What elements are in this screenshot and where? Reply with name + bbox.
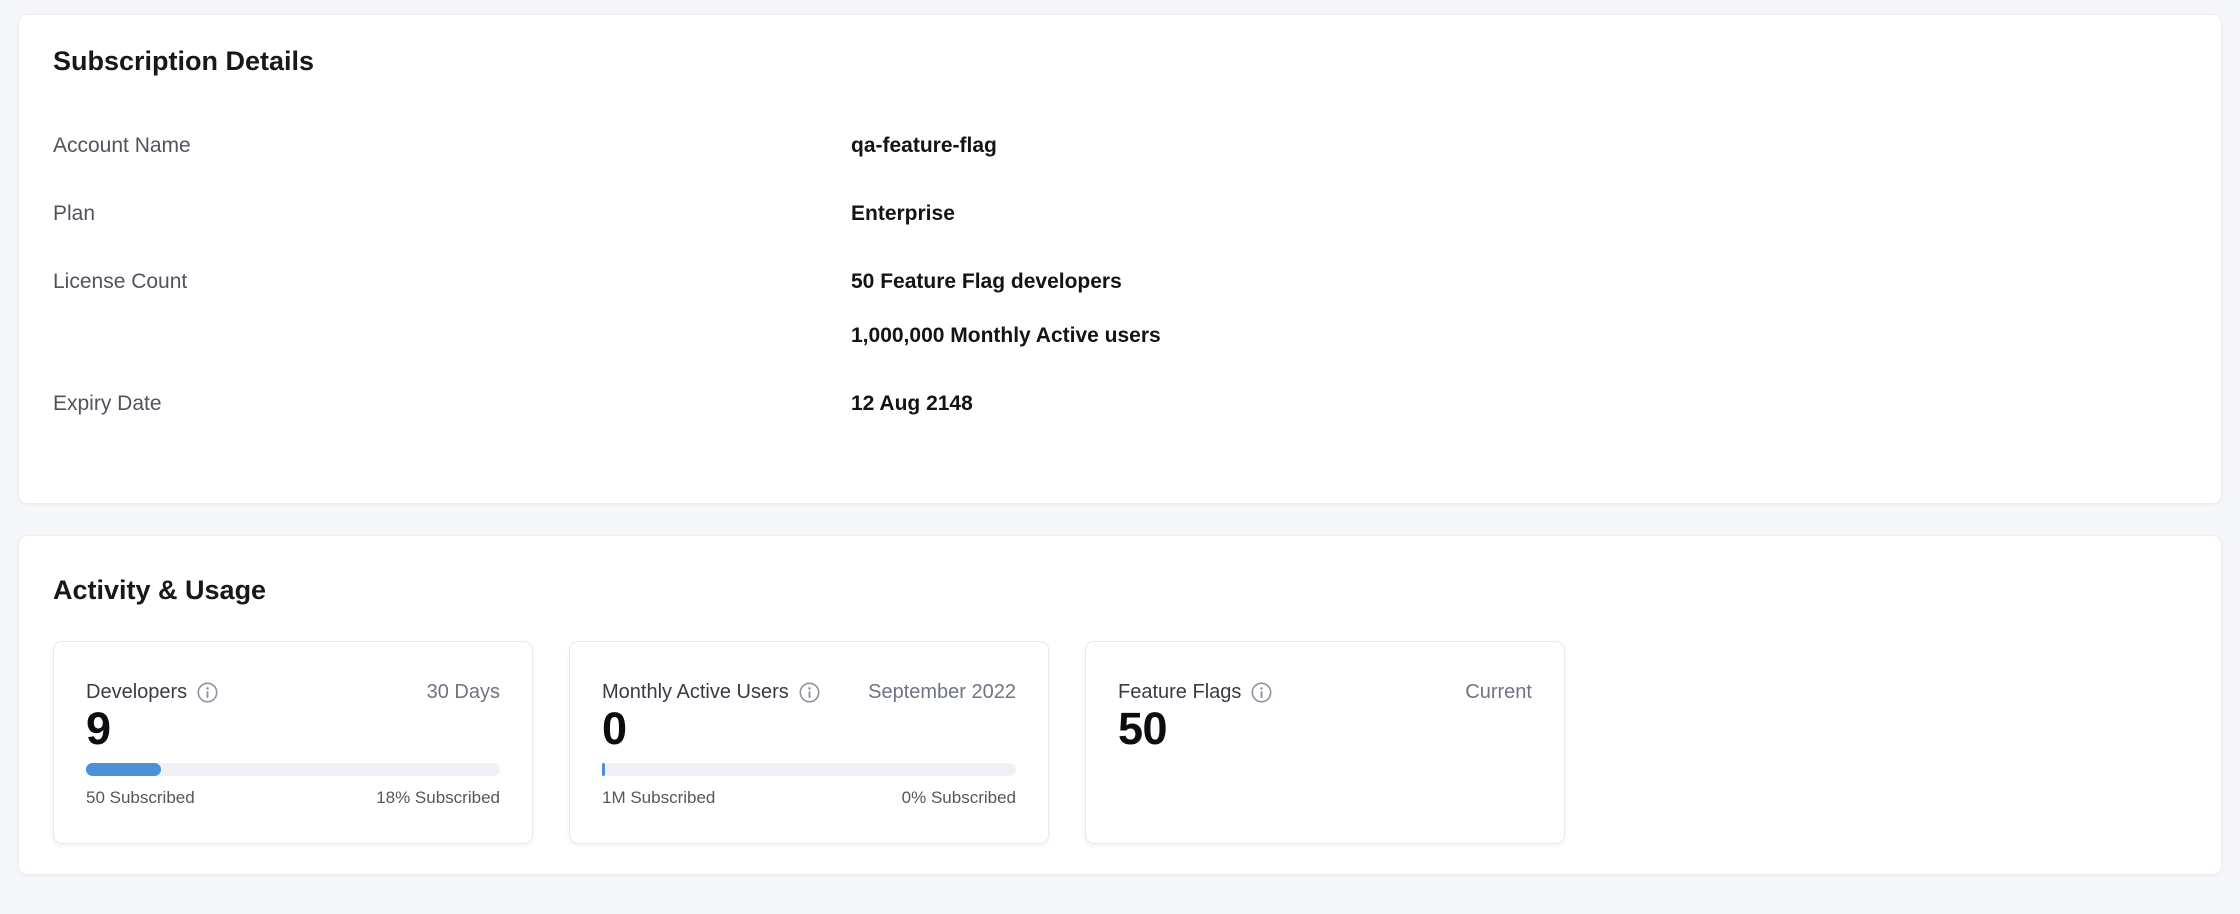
expiry-date-label: Expiry Date — [53, 393, 851, 415]
feature-flags-card-header: Feature Flags Current — [1118, 680, 1532, 704]
mau-subscribed-percent: 0% Subscribed — [902, 788, 1016, 808]
developers-card: Developers 30 Days 9 50 Subscribed 18% S… — [53, 641, 533, 844]
developers-subscribed-percent: 18% Subscribed — [376, 788, 500, 808]
plan-label: Plan — [53, 203, 851, 225]
plan-value: Enterprise — [851, 203, 955, 225]
subscription-row-expiry-date: Expiry Date 12 Aug 2148 — [53, 393, 2187, 415]
developers-count: 9 — [86, 707, 500, 751]
feature-flags-card-title: Feature Flags — [1118, 680, 1241, 704]
developers-card-footer: 50 Subscribed 18% Subscribed — [86, 788, 500, 808]
feature-flags-count: 50 — [1118, 707, 1532, 751]
info-icon[interactable] — [197, 682, 218, 703]
license-count-label: License Count — [53, 271, 851, 293]
account-name-value: qa-feature-flag — [851, 135, 997, 157]
activity-usage-panel: Activity & Usage Developers 30 Days 9 50… — [18, 535, 2222, 875]
subscription-row-account-name: Account Name qa-feature-flag — [53, 135, 2187, 157]
subscription-row-plan: Plan Enterprise — [53, 203, 2187, 225]
license-count-developers-value: 50 Feature Flag developers — [851, 271, 1161, 293]
developers-subscribed-count: 50 Subscribed — [86, 788, 195, 808]
mau-subscribed-count: 1M Subscribed — [602, 788, 715, 808]
feature-flags-card: Feature Flags Current 50 — [1085, 641, 1565, 844]
usage-cards-row: Developers 30 Days 9 50 Subscribed 18% S… — [53, 641, 2187, 844]
expiry-date-value: 12 Aug 2148 — [851, 393, 973, 415]
mau-card-period: September 2022 — [868, 680, 1016, 704]
info-icon[interactable] — [799, 682, 820, 703]
subscription-row-license-count: License Count 50 Feature Flag developers… — [53, 271, 2187, 347]
monthly-active-users-card: Monthly Active Users September 2022 0 1M… — [569, 641, 1049, 844]
developers-progress-track — [86, 763, 500, 776]
subscription-details-title: Subscription Details — [53, 45, 2187, 77]
developers-card-period: 30 Days — [427, 680, 500, 704]
license-count-mau-value: 1,000,000 Monthly Active users — [851, 325, 1161, 347]
info-icon[interactable] — [1251, 682, 1272, 703]
mau-count: 0 — [602, 707, 1016, 751]
mau-progress-fill — [602, 763, 605, 776]
developers-progress-fill — [86, 763, 161, 776]
mau-card-title: Monthly Active Users — [602, 680, 789, 704]
account-name-label: Account Name — [53, 135, 851, 157]
activity-usage-title: Activity & Usage — [53, 574, 2187, 606]
mau-card-header: Monthly Active Users September 2022 — [602, 680, 1016, 704]
subscription-details-panel: Subscription Details Account Name qa-fea… — [18, 14, 2222, 504]
mau-card-footer: 1M Subscribed 0% Subscribed — [602, 788, 1016, 808]
feature-flags-card-period: Current — [1465, 680, 1532, 704]
developers-card-title: Developers — [86, 680, 187, 704]
developers-card-header: Developers 30 Days — [86, 680, 500, 704]
mau-progress-track — [602, 763, 1016, 776]
